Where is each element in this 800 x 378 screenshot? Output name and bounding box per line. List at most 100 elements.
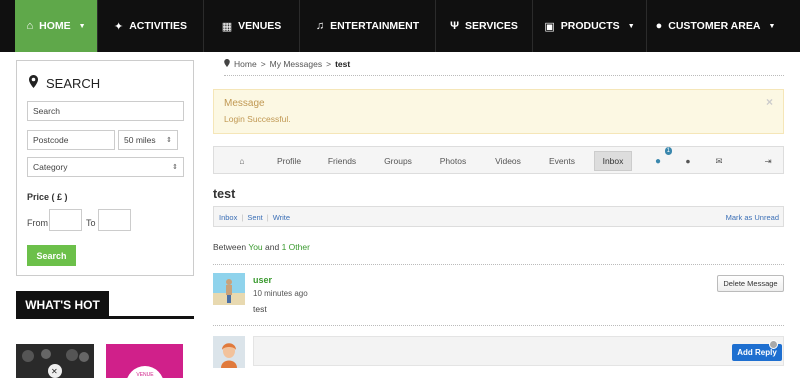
nav-customer-area-label: CUSTOMER AREA bbox=[668, 20, 761, 32]
breadcrumb: Home > My Messages > test bbox=[224, 59, 350, 69]
avatar[interactable] bbox=[213, 273, 245, 305]
tab-inbox[interactable]: Inbox bbox=[594, 151, 632, 171]
select-arrows-icon: ⇕ bbox=[166, 137, 172, 144]
distance-value: 50 miles bbox=[124, 135, 156, 145]
profile-tabs: ⌂ Profile Friends Groups Photos Videos E… bbox=[213, 146, 784, 174]
message-author[interactable]: user bbox=[253, 275, 272, 285]
compass-icon: ✦ bbox=[114, 20, 124, 33]
nav-venues-label: VENUES bbox=[238, 20, 282, 32]
between-and: and bbox=[265, 242, 280, 252]
divider bbox=[213, 264, 784, 265]
nav-entertainment[interactable]: ♫ ENTERTAINMENT bbox=[300, 0, 436, 52]
home-icon: ⌂ bbox=[26, 20, 34, 32]
nav-entertainment-label: ENTERTAINMENT bbox=[330, 20, 420, 32]
select-arrows-icon: ⇕ bbox=[172, 164, 178, 171]
building-icon: ▦ bbox=[221, 20, 233, 33]
main-nav: ⌂ HOME ▼ ✦ ACTIVITIES ▦ VENUES ♫ ENTERTA… bbox=[15, 0, 784, 52]
user-icon[interactable]: ● bbox=[680, 151, 696, 171]
participants-line: Between You and 1 Other bbox=[213, 242, 310, 252]
gift-icon: ▣ bbox=[544, 20, 555, 33]
music-icon: ♫ bbox=[315, 20, 325, 32]
between-prefix: Between bbox=[213, 242, 247, 252]
tab-photos[interactable]: Photos bbox=[432, 151, 474, 171]
nav-home-label: HOME bbox=[39, 20, 71, 32]
login-alert: Message Login Successful. × bbox=[213, 89, 784, 134]
link-separator: | bbox=[266, 213, 269, 222]
chevron-down-icon: ▼ bbox=[627, 22, 635, 30]
whats-hot-header: WHAT'S HOT bbox=[16, 291, 194, 319]
envelope-icon[interactable]: ✉ bbox=[711, 151, 727, 171]
search-panel-title: SEARCH bbox=[29, 75, 100, 91]
chevron-down-icon: ▼ bbox=[78, 22, 86, 30]
nav-activities-label: ACTIVITIES bbox=[129, 20, 187, 32]
link-write[interactable]: Write bbox=[273, 213, 290, 222]
nav-home[interactable]: ⌂ HOME ▼ bbox=[15, 0, 98, 52]
whats-hot-image-1[interactable]: ✕ bbox=[16, 344, 94, 378]
search-input-placeholder: Search bbox=[33, 106, 60, 116]
message-timestamp: 10 minutes ago bbox=[253, 289, 308, 298]
user-icon: ● bbox=[655, 20, 663, 32]
reply-textarea[interactable] bbox=[253, 336, 784, 366]
alert-message: Login Successful. bbox=[224, 114, 291, 124]
link-separator: | bbox=[241, 213, 244, 222]
participant-you[interactable]: You bbox=[248, 242, 262, 252]
message-actions-bar: Inbox | Sent | Write Mark as Unread bbox=[213, 206, 784, 227]
tab-profile[interactable]: Profile bbox=[269, 151, 309, 171]
postcode-placeholder: Postcode bbox=[33, 135, 69, 145]
logout-icon[interactable]: ⇥ bbox=[760, 151, 776, 171]
search-title-text: SEARCH bbox=[46, 75, 101, 91]
breadcrumb-messages[interactable]: My Messages bbox=[270, 59, 322, 69]
breadcrumb-separator: > bbox=[326, 59, 332, 69]
link-sent[interactable]: Sent bbox=[247, 213, 262, 222]
nav-products-label: PRODUCTS bbox=[560, 20, 620, 32]
tab-groups[interactable]: Groups bbox=[377, 151, 419, 171]
search-panel: SEARCH Search Postcode 50 miles ⇕ Catego… bbox=[16, 60, 194, 276]
avatar bbox=[213, 336, 245, 368]
price-from-label: From bbox=[27, 218, 48, 228]
close-icon[interactable]: × bbox=[766, 95, 773, 109]
nav-services-label: SERVICES bbox=[464, 20, 518, 32]
divider bbox=[224, 75, 784, 76]
map-marker-icon bbox=[29, 75, 38, 91]
price-from-input[interactable] bbox=[49, 209, 82, 231]
thread-title: test bbox=[213, 187, 236, 201]
nav-services[interactable]: Ψ SERVICES bbox=[436, 0, 533, 52]
postcode-field[interactable]: Postcode bbox=[27, 130, 115, 150]
nav-venues[interactable]: ▦ VENUES bbox=[204, 0, 300, 52]
link-inbox[interactable]: Inbox bbox=[219, 213, 237, 222]
distance-select[interactable]: 50 miles ⇕ bbox=[118, 130, 178, 150]
category-value: Category bbox=[33, 162, 68, 172]
breadcrumb-current: test bbox=[335, 59, 351, 69]
divider bbox=[213, 325, 784, 326]
resize-handle-icon bbox=[769, 340, 778, 349]
breadcrumb-separator: > bbox=[260, 59, 266, 69]
message-body: test bbox=[253, 304, 267, 314]
category-select[interactable]: Category ⇕ bbox=[27, 157, 184, 177]
notification-badge: 1 bbox=[664, 147, 672, 155]
nav-customer-area[interactable]: ● CUSTOMER AREA ▼ bbox=[647, 0, 784, 52]
search-input[interactable]: Search bbox=[27, 101, 184, 121]
tab-events[interactable]: Events bbox=[541, 151, 583, 171]
delete-message-button[interactable]: Delete Message bbox=[717, 275, 784, 292]
chevron-down-icon: ▼ bbox=[768, 22, 776, 30]
mark-unread-link[interactable]: Mark as Unread bbox=[726, 213, 779, 222]
price-to-label: To bbox=[86, 218, 96, 228]
tab-videos[interactable]: Videos bbox=[487, 151, 529, 171]
nav-products[interactable]: ▣ PRODUCTS ▼ bbox=[533, 0, 647, 52]
home-icon[interactable]: ⌂ bbox=[232, 151, 252, 171]
map-marker-icon bbox=[224, 59, 230, 69]
price-to-input[interactable] bbox=[98, 209, 131, 231]
search-button[interactable]: Search bbox=[27, 245, 76, 266]
breadcrumb-home[interactable]: Home bbox=[234, 59, 257, 69]
top-navbar: ⌂ HOME ▼ ✦ ACTIVITIES ▦ VENUES ♫ ENTERTA… bbox=[0, 0, 800, 52]
tab-friends[interactable]: Friends bbox=[321, 151, 363, 171]
price-label: Price ( £ ) bbox=[27, 192, 68, 202]
venue-tag: VENUE bbox=[126, 366, 164, 378]
alert-title: Message bbox=[224, 98, 265, 109]
svg-text:✕: ✕ bbox=[51, 367, 58, 376]
cutlery-icon: Ψ bbox=[450, 20, 459, 32]
notifications-icon[interactable]: ● 1 bbox=[649, 147, 672, 171]
nav-activities[interactable]: ✦ ACTIVITIES bbox=[98, 0, 204, 52]
whats-hot-image-2[interactable]: VENUE bbox=[106, 344, 183, 378]
participant-other[interactable]: 1 Other bbox=[282, 242, 310, 252]
